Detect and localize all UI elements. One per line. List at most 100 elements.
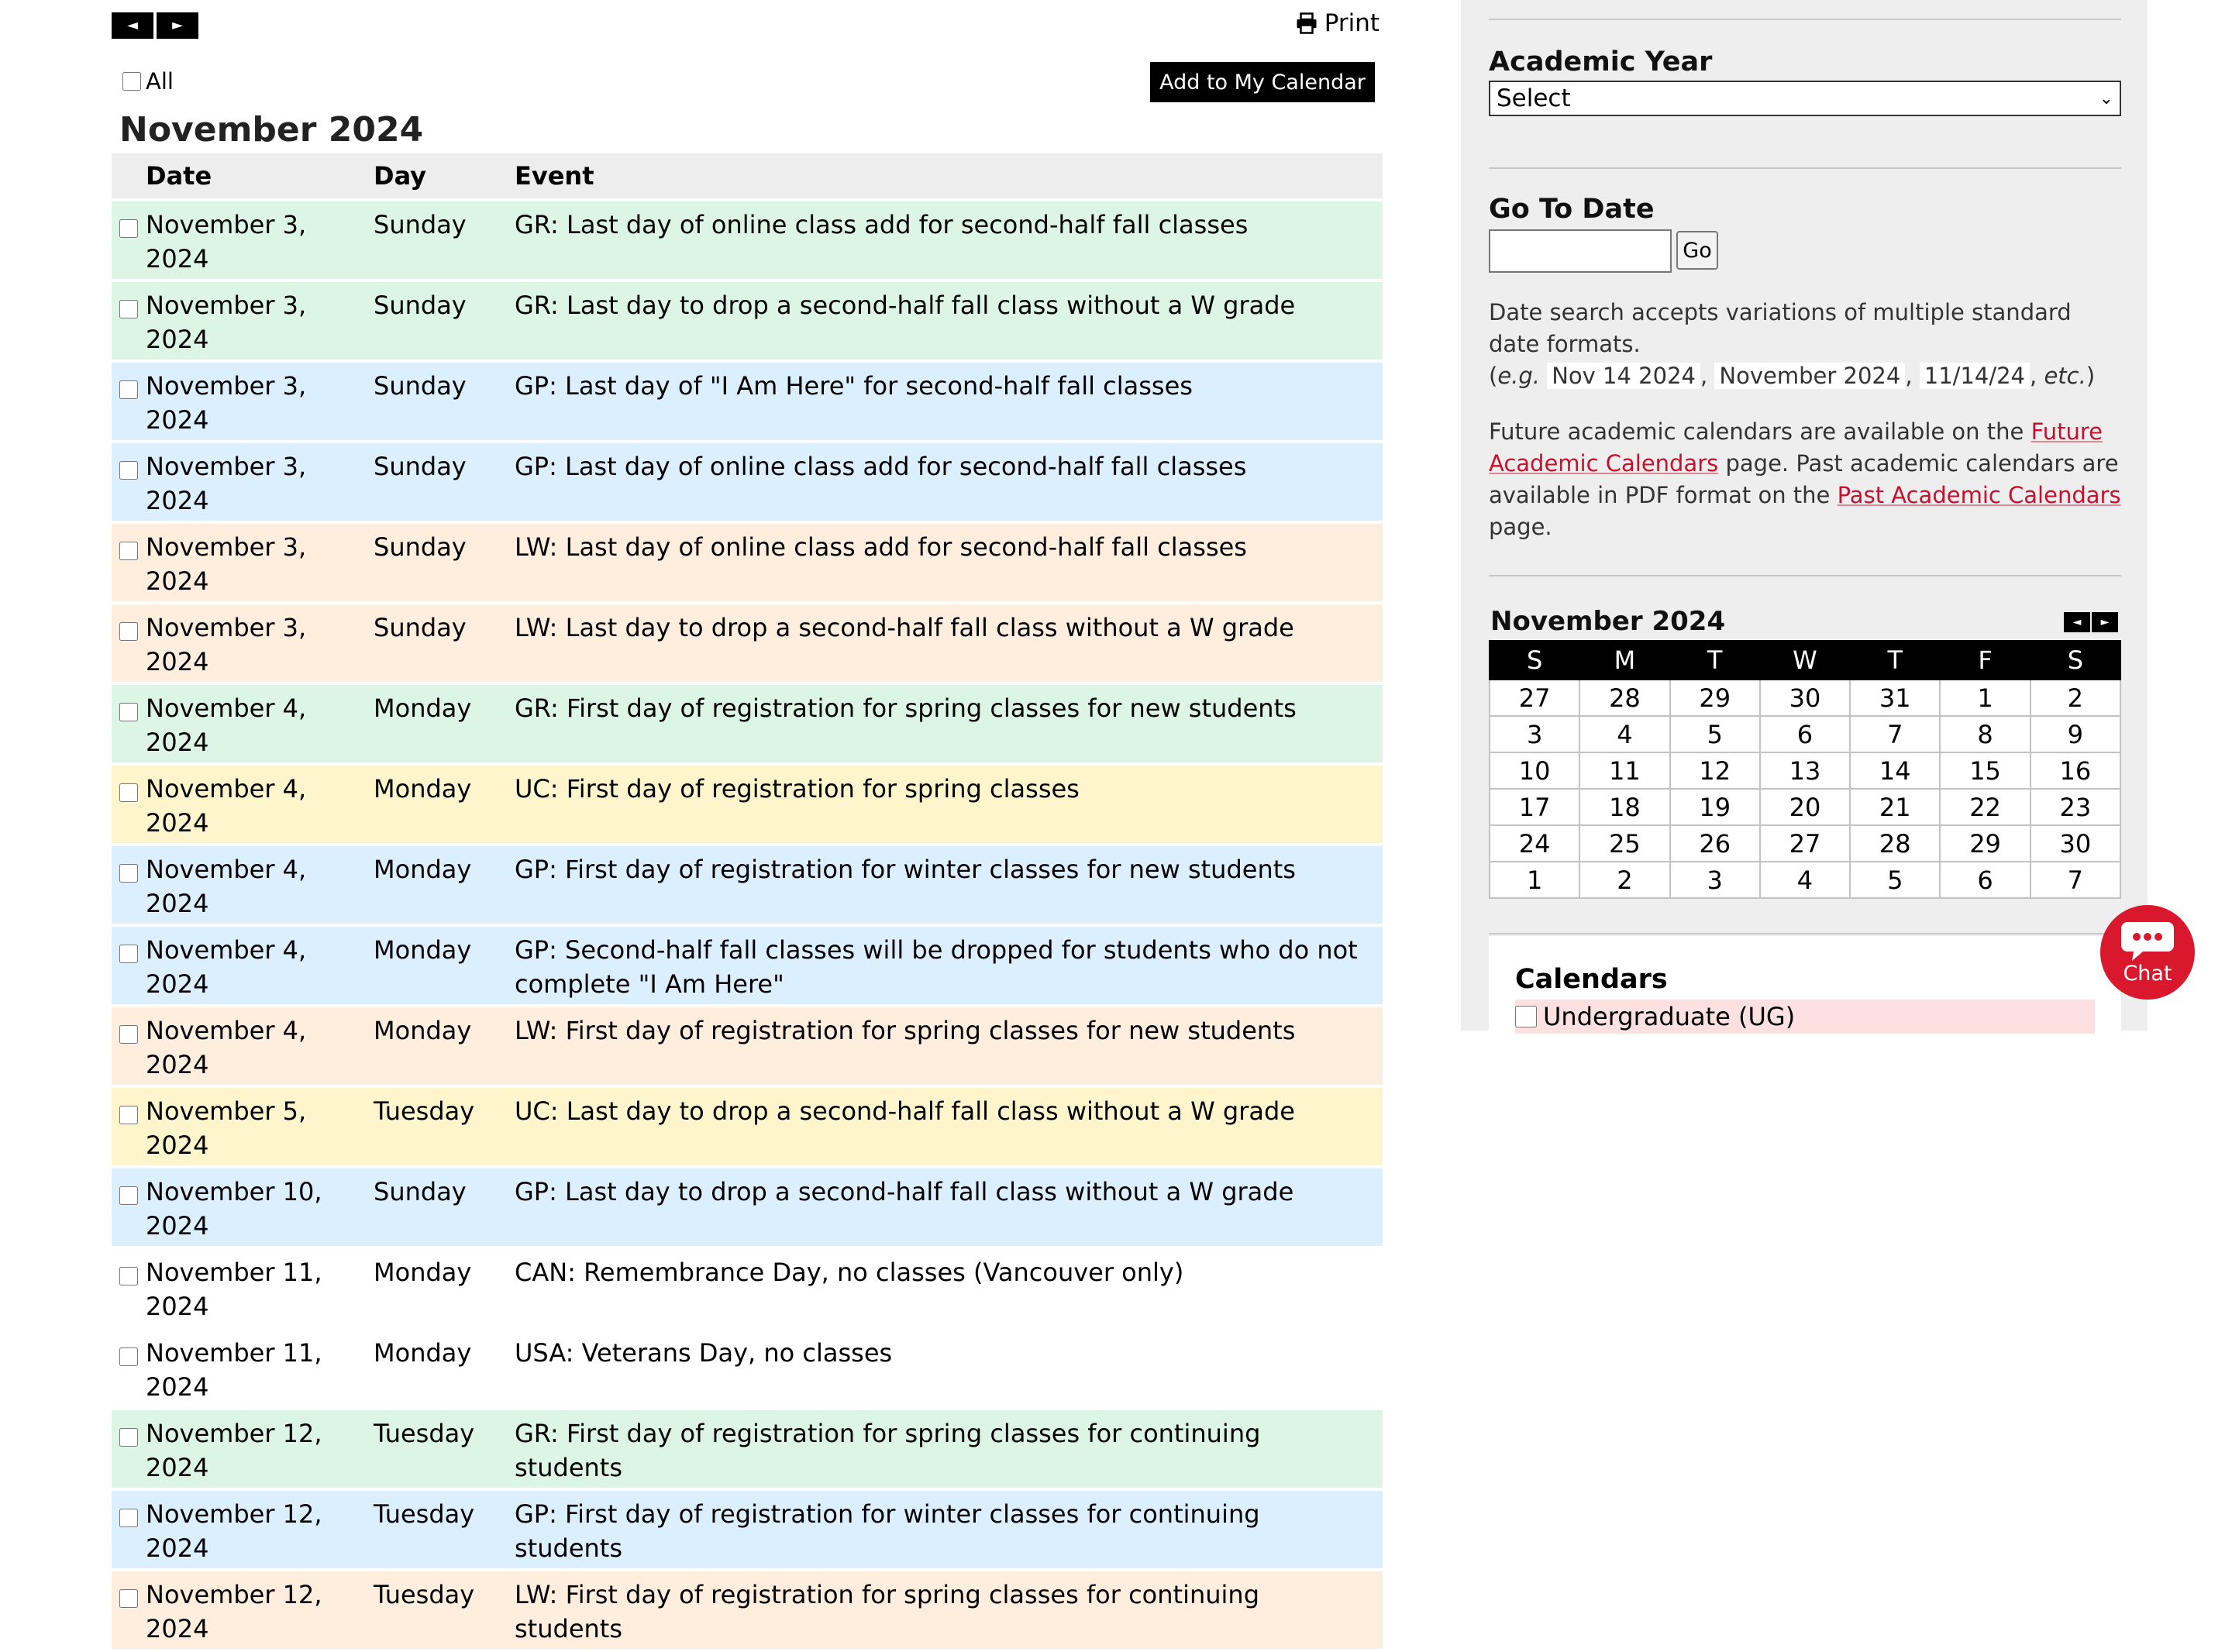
calendar-day-cell[interactable]: 17 — [1488, 788, 1581, 826]
calendar-day-cell[interactable]: 3 — [1488, 715, 1581, 753]
calendar-day-cell[interactable]: 7 — [2029, 861, 2122, 899]
calendar-day-cell[interactable]: 5 — [1669, 715, 1761, 753]
calendar-day-cell[interactable]: 6 — [1758, 715, 1851, 753]
event-checkbox[interactable] — [119, 783, 138, 802]
calendar-day-cell[interactable]: 29 — [1939, 824, 2031, 862]
event-date: November 3, 2024 — [146, 604, 370, 682]
calendar-day-cell[interactable]: 30 — [2029, 824, 2122, 862]
event-day: Sunday — [370, 282, 512, 360]
event-description: GR: Last day of online class add for sec… — [512, 201, 1383, 279]
event-checkbox[interactable] — [119, 622, 138, 641]
calendar-day-cell[interactable]: 19 — [1669, 788, 1761, 826]
calendar-week-row: 24 25 26 27 28 29 30 — [1488, 824, 2122, 862]
event-cell-checkbox — [112, 685, 146, 762]
calendar-day-cell[interactable]: 27 — [1488, 679, 1581, 717]
calendar-day-cell[interactable]: 3 — [1669, 861, 1761, 899]
event-checkbox[interactable] — [119, 1106, 138, 1124]
calendar-day-cell[interactable]: 5 — [1849, 861, 1941, 899]
go-button[interactable]: Go — [1676, 231, 1718, 270]
chat-button[interactable]: Chat — [2100, 905, 2195, 1000]
calendar-day-cell[interactable]: 6 — [1939, 861, 2031, 899]
undergraduate-checkbox[interactable] — [1515, 1006, 1537, 1027]
event-checkbox[interactable] — [119, 380, 138, 399]
event-cell-checkbox — [112, 604, 146, 682]
mini-calendar-prev-button[interactable]: ◄ — [2064, 612, 2090, 632]
calendar-filter-undergraduate[interactable]: Undergraduate (UG) — [1515, 1000, 2095, 1034]
calendar-day-cell[interactable]: 12 — [1669, 752, 1761, 790]
weekday-header: T — [1669, 640, 1761, 680]
event-checkbox[interactable] — [119, 461, 138, 480]
calendar-day-cell[interactable]: 7 — [1849, 715, 1941, 753]
event-checkbox[interactable] — [119, 864, 138, 883]
events-table-header: Date Day Event — [112, 153, 1383, 198]
calendar-day-cell[interactable]: 24 — [1488, 824, 1581, 862]
select-all[interactable]: All — [122, 68, 174, 95]
event-description: CAN: Remembrance Day, no classes (Vancou… — [512, 1249, 1383, 1327]
event-date: November 3, 2024 — [146, 282, 370, 360]
calendar-day-cell[interactable]: 10 — [1488, 752, 1581, 790]
calendar-day-cell[interactable]: 4 — [1758, 861, 1851, 899]
calendar-day-cell[interactable]: 13 — [1758, 752, 1851, 790]
calendar-day-cell[interactable]: 29 — [1669, 679, 1761, 717]
event-day: Sunday — [370, 363, 512, 440]
calendar-day-cell[interactable]: 9 — [2029, 715, 2122, 753]
next-month-button[interactable]: ► — [157, 12, 198, 39]
event-checkbox[interactable] — [119, 1186, 138, 1205]
divider — [1489, 19, 2121, 20]
event-date: November 5, 2024 — [146, 1088, 370, 1165]
calendar-day-cell[interactable]: 18 — [1579, 788, 1671, 826]
calendar-day-cell[interactable]: 30 — [1758, 679, 1851, 717]
event-checkbox[interactable] — [119, 703, 138, 721]
calendar-day-cell[interactable]: 15 — [1939, 752, 2031, 790]
event-checkbox[interactable] — [119, 1428, 138, 1447]
calendar-day-cell[interactable]: 28 — [1849, 824, 1941, 862]
event-checkbox[interactable] — [119, 542, 138, 560]
calendar-day-cell[interactable]: 20 — [1758, 788, 1851, 826]
event-date: November 4, 2024 — [146, 927, 370, 1004]
event-checkbox[interactable] — [119, 1267, 138, 1285]
calendar-day-cell[interactable]: 31 — [1849, 679, 1941, 717]
calendar-day-cell[interactable]: 28 — [1579, 679, 1671, 717]
calendar-day-cell[interactable]: 22 — [1939, 788, 2031, 826]
mini-calendar-next-button[interactable]: ► — [2092, 612, 2118, 632]
calendar-day-cell[interactable]: 2 — [2029, 679, 2122, 717]
calendar-day-cell[interactable]: 14 — [1849, 752, 1941, 790]
event-description: USA: Veterans Day, no classes — [512, 1330, 1383, 1407]
calendar-day-cell[interactable]: 21 — [1849, 788, 1941, 826]
event-column-header: Event — [512, 153, 1383, 198]
links-text-part: page. — [1489, 514, 1552, 540]
calendar-day-cell[interactable]: 1 — [1488, 861, 1581, 899]
event-checkbox[interactable] — [119, 1509, 138, 1527]
event-cell-checkbox — [112, 1088, 146, 1165]
event-checkbox[interactable] — [119, 945, 138, 963]
calendar-day-cell[interactable]: 23 — [2029, 788, 2122, 826]
calendar-day-cell[interactable]: 4 — [1579, 715, 1671, 753]
calendar-day-cell[interactable]: 2 — [1579, 861, 1671, 899]
past-academic-calendars-link[interactable]: Past Academic Calendars — [1838, 482, 2121, 508]
calendar-day-cell[interactable]: 11 — [1579, 752, 1671, 790]
help-paren-open: ( — [1489, 363, 1498, 389]
event-checkbox[interactable] — [119, 300, 138, 318]
event-row: November 3, 2024 Sunday GP: Last day of "I… — [112, 363, 1383, 440]
calendar-day-cell[interactable]: 16 — [2029, 752, 2122, 790]
event-checkbox[interactable] — [119, 1589, 138, 1608]
event-date: November 11, 2024 — [146, 1330, 370, 1407]
print-link[interactable]: Print — [1295, 9, 1380, 37]
event-checkbox[interactable] — [119, 219, 138, 238]
calendar-day-cell[interactable]: 27 — [1758, 824, 1851, 862]
calendar-day-cell[interactable]: 25 — [1579, 824, 1671, 862]
calendar-week-row: 3456789 — [1488, 715, 2122, 753]
calendar-day-cell[interactable]: 26 — [1669, 824, 1761, 862]
event-checkbox[interactable] — [119, 1025, 138, 1044]
add-to-my-calendar-button[interactable]: Add to My Calendar — [1150, 62, 1375, 102]
go-to-date-input[interactable] — [1489, 229, 1672, 273]
academic-year-select[interactable]: Select ⌄ — [1489, 81, 2121, 116]
event-date: November 4, 2024 — [146, 1007, 370, 1085]
event-checkbox[interactable] — [119, 1347, 138, 1366]
calendar-week-row: 10 11 12 13 14 15 16 — [1488, 752, 2122, 790]
event-date: November 4, 2024 — [146, 685, 370, 762]
previous-month-button[interactable]: ◄ — [112, 12, 153, 39]
calendar-day-cell[interactable]: 8 — [1939, 715, 2031, 753]
select-all-checkbox[interactable] — [122, 72, 141, 91]
calendar-day-cell[interactable]: 1 — [1939, 679, 2031, 717]
